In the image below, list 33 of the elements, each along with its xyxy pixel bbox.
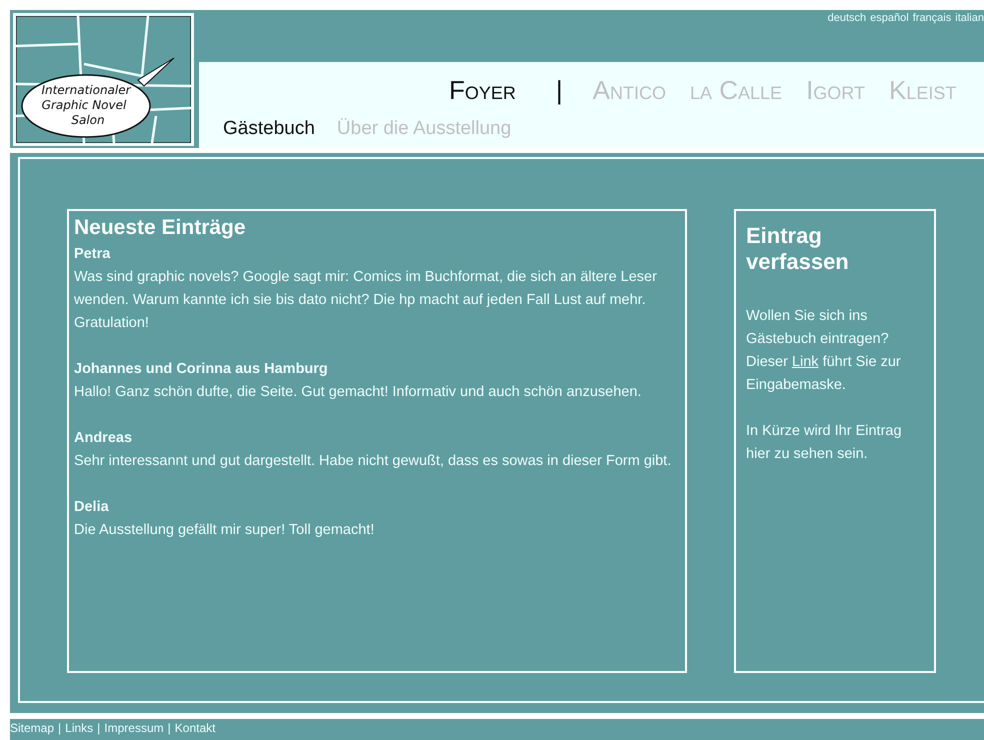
entry-link[interactable]: Link <box>792 354 819 370</box>
panel-title: Eintrag verfassen <box>746 223 850 275</box>
subnav-link[interactable]: Über die Ausstellung <box>336 118 512 140</box>
footer-link[interactable]: Impressum <box>104 721 164 735</box>
footer-link[interactable]: Links <box>65 721 94 735</box>
nav-separator: | <box>556 74 563 106</box>
footer-link[interactable]: Kontakt <box>174 721 216 735</box>
footer-separator: | <box>168 721 171 735</box>
nav-link[interactable]: Antico <box>592 74 666 106</box>
nav-link[interactable]: Kleist <box>888 74 956 106</box>
logo-text: Internationaler Graphic Novel Salon <box>41 83 131 127</box>
panel-title: Neueste Einträge <box>74 215 247 241</box>
footer-separator: | <box>97 721 100 735</box>
nav-link[interactable]: Foyer <box>449 74 516 106</box>
language-link[interactable]: français <box>912 12 952 25</box>
entry-author: Petra <box>74 245 112 264</box>
entry-author: Johannes und Corinna aus Hamburg <box>74 360 329 379</box>
entry-author: Andreas <box>74 429 134 448</box>
entry-text: Was sind graphic novels? Google sagt mir: Comics im Buchformat, die sich an ältere Leser wenden. Warum kannte ich sie bis dato nicht? Die hp macht auf jeden Fall Lust auf mehr. Gratulation! <box>74 268 658 333</box>
entry-author: Delia <box>74 498 110 517</box>
entry-text: Die Ausstellung gefällt mir super! Toll gemacht! <box>74 521 376 540</box>
language-link[interactable]: italian <box>955 12 984 25</box>
entry-text: Sehr interessannt und gut dargestellt. Habe nicht gewußt, dass es sowas in dieser Form gibt. <box>74 452 672 471</box>
footer-separator: | <box>58 721 62 735</box>
language-link[interactable]: español <box>870 12 909 25</box>
sidebar-text: In Kürze wird Ihr Eintrag hier zu sehen sein. <box>746 422 903 464</box>
nav-link[interactable]: la Calle <box>690 74 782 106</box>
footer-link[interactable]: Sitemap <box>10 721 54 735</box>
subnav-link[interactable]: Gästebuch <box>223 118 315 140</box>
entry-text: Hallo! Ganz schön dufte, die Seite. Gut gemacht! Informativ und auch schön anzusehen. <box>74 383 642 402</box>
sidebar-text: Wollen Sie sich ins Gästebuch eintragen? Dieser Link führt Sie zur Eingabemaske. <box>746 307 902 395</box>
language-link[interactable]: deutsch <box>828 12 866 25</box>
nav-link[interactable]: Igort <box>806 74 865 106</box>
